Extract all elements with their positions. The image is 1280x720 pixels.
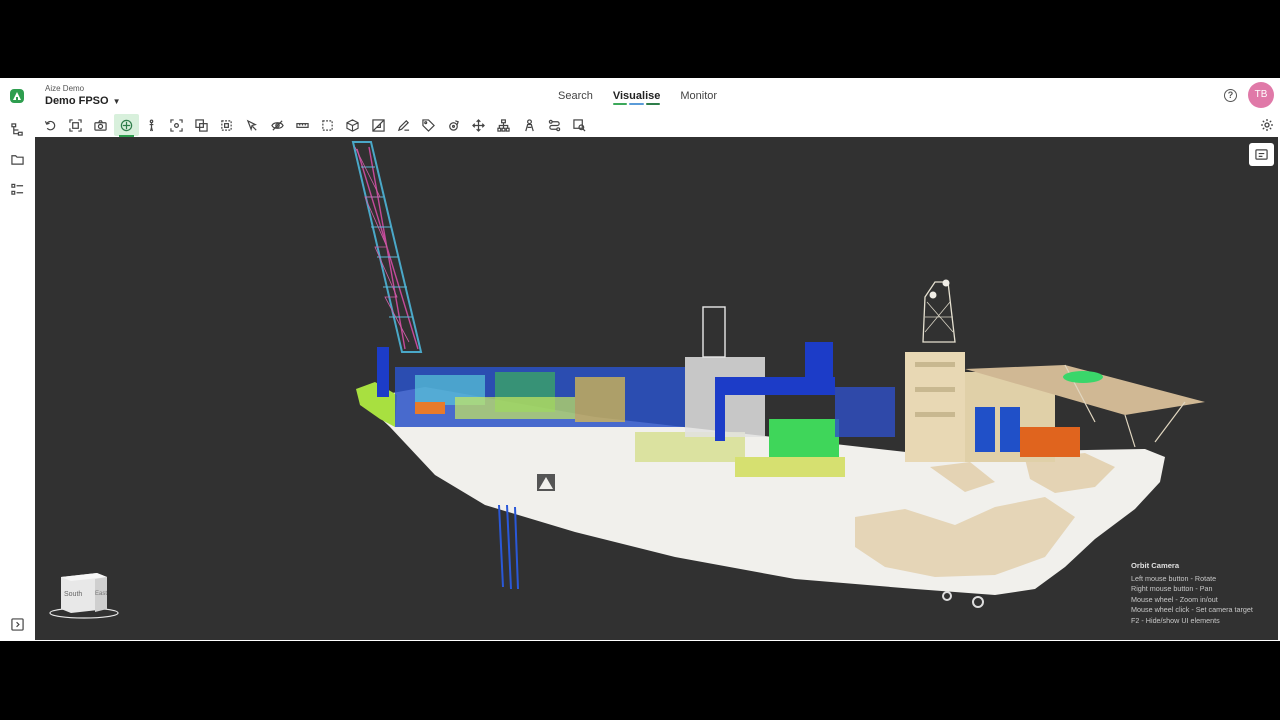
clone-icon[interactable]	[189, 114, 214, 136]
viewport-options-button[interactable]	[1249, 143, 1274, 166]
app-window: Aize Demo Demo FPSO ▼ Search Visualise M…	[0, 78, 1280, 641]
measure-icon[interactable]	[290, 114, 315, 136]
hierarchy-icon[interactable]	[491, 114, 516, 136]
folder-icon[interactable]	[11, 153, 24, 166]
route-icon[interactable]	[542, 114, 567, 136]
model-tree-icon[interactable]	[11, 123, 24, 136]
cursor-select-icon[interactable]	[240, 114, 265, 136]
select-box-icon[interactable]	[214, 114, 239, 136]
clip-box-icon[interactable]	[315, 114, 340, 136]
viewer-toolbar	[35, 113, 1280, 137]
crane-tower	[351, 141, 423, 353]
fit-view-icon[interactable]	[63, 114, 88, 136]
camera-mode-title: Orbit Camera	[1131, 561, 1180, 570]
help-line: F2 - Hide/show UI elements	[1131, 615, 1220, 625]
mooring-lines	[498, 504, 519, 590]
help-line: Mouse wheel click - Set camera target	[1131, 605, 1253, 615]
help-line: Mouse wheel - Zoom in/out	[1131, 594, 1218, 604]
undo-icon[interactable]	[38, 114, 63, 136]
main-nav: Search Visualise Monitor	[548, 78, 727, 113]
fpso-3d-model[interactable]	[35, 137, 1278, 640]
project-selector[interactable]: Demo FPSO ▼	[45, 95, 121, 107]
move-icon[interactable]	[466, 114, 491, 136]
help-line: Right mouse button - Pan	[1131, 584, 1213, 594]
gear-icon[interactable]	[1260, 118, 1274, 132]
left-rail	[0, 113, 35, 641]
nav-cube-graphic	[49, 573, 119, 619]
tab-monitor[interactable]: Monitor	[670, 78, 727, 113]
section-icon[interactable]	[365, 114, 390, 136]
avatar[interactable]: TB	[1248, 82, 1274, 108]
flare-derrick	[922, 279, 956, 343]
top-bar: Aize Demo Demo FPSO ▼ Search Visualise M…	[0, 78, 1280, 113]
orbit-target-icon[interactable]	[113, 114, 139, 137]
nav-cube-face-east[interactable]: East	[95, 591, 107, 597]
cube-icon[interactable]	[340, 114, 365, 136]
pen-markup-icon[interactable]	[391, 114, 416, 136]
help-icon[interactable]: ?	[1224, 89, 1237, 102]
tab-search-label: Search	[558, 90, 593, 102]
navigation-cube[interactable]: South East	[47, 569, 119, 619]
help-line: Left mouse button - Rotate	[1131, 573, 1217, 583]
person-icon[interactable]	[517, 114, 542, 136]
camera-help-panel: Orbit Camera Left mouse button - Rotate …	[1131, 561, 1253, 627]
bow-section	[356, 382, 397, 427]
aize-logo-icon[interactable]	[9, 88, 25, 104]
helicopter	[1063, 371, 1103, 383]
3d-viewport[interactable]: South East Orbit Camera Left mouse butto…	[35, 137, 1278, 640]
nav-cube-face-south[interactable]: South	[64, 591, 82, 598]
search-zoom-icon[interactable]	[567, 114, 592, 136]
expand-panel-icon[interactable]	[11, 618, 24, 631]
tab-monitor-label: Monitor	[680, 90, 718, 102]
tab-search[interactable]: Search	[548, 78, 603, 113]
tag-icon[interactable]	[416, 114, 441, 136]
walk-icon[interactable]	[139, 114, 164, 136]
rotate-object-icon[interactable]	[441, 114, 466, 136]
tab-visualise[interactable]: Visualise	[603, 78, 671, 113]
tab-visualise-label: Visualise	[612, 90, 661, 102]
project-name: Demo FPSO	[45, 95, 109, 107]
chevron-down-icon: ▼	[112, 96, 121, 106]
active-tab-indicator	[612, 103, 661, 105]
org-name: Aize Demo	[45, 84, 85, 93]
layers-icon	[1255, 149, 1268, 160]
list-icon[interactable]	[11, 183, 24, 196]
camera-icon[interactable]	[88, 114, 113, 136]
focus-icon[interactable]	[164, 114, 189, 136]
hide-eye-icon[interactable]	[265, 114, 290, 136]
